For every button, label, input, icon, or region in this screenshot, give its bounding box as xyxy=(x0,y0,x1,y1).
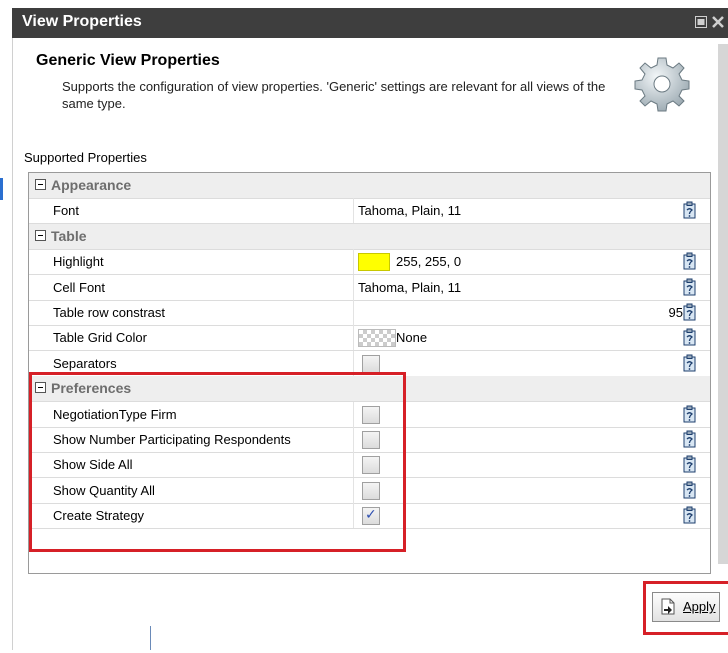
apply-icon xyxy=(661,598,675,615)
edge-marker xyxy=(0,178,3,200)
property-value-cell[interactable]: None xyxy=(353,325,687,350)
divider-tick xyxy=(150,626,151,650)
property-value-cell[interactable]: 95 xyxy=(353,300,687,325)
window-border xyxy=(12,38,13,650)
window-title: View Properties xyxy=(22,13,142,30)
supported-properties-label: Supported Properties xyxy=(24,150,147,165)
property-row-font[interactable]: Font Tahoma, Plain, 11 xyxy=(29,198,710,224)
property-value: Tahoma, Plain, 11 xyxy=(358,203,462,218)
property-value: Tahoma, Plain, 11 xyxy=(358,280,462,295)
scrollbar[interactable] xyxy=(718,44,728,564)
property-value-cell[interactable]: 255, 255, 0 xyxy=(353,249,687,274)
clipboard-icon[interactable] xyxy=(683,455,696,473)
property-label: Highlight xyxy=(53,254,104,269)
clipboard-icon[interactable] xyxy=(683,506,696,524)
clipboard-icon[interactable] xyxy=(683,481,696,499)
clipboard-icon[interactable] xyxy=(683,405,696,423)
property-label: Table xyxy=(51,228,87,244)
category-appearance[interactable]: Appearance xyxy=(29,173,710,199)
property-label: Separators xyxy=(53,356,117,371)
collapse-toggle-icon[interactable] xyxy=(35,179,46,190)
close-icon[interactable] xyxy=(712,16,724,28)
header-title: Generic View Properties xyxy=(36,52,220,69)
clipboard-icon[interactable] xyxy=(683,278,696,296)
property-value-cell[interactable]: Tahoma, Plain, 11 xyxy=(353,275,687,300)
clipboard-icon[interactable] xyxy=(683,252,696,270)
category-table[interactable]: Table xyxy=(29,224,710,250)
gear-icon xyxy=(634,57,690,112)
window-titlebar: View Properties xyxy=(12,8,728,38)
restore-icon[interactable] xyxy=(695,16,707,28)
clipboard-icon[interactable] xyxy=(683,354,696,372)
property-row-table-grid-color[interactable]: Table Grid Color None xyxy=(29,325,710,351)
header-description: Supports the configuration of view prope… xyxy=(62,79,606,111)
property-label: Table Grid Color xyxy=(53,330,147,345)
property-value: 255, 255, 0 xyxy=(396,254,462,269)
clipboard-icon[interactable] xyxy=(683,303,696,321)
property-label: Font xyxy=(53,203,80,218)
property-value: 95 xyxy=(668,305,683,320)
property-row-highlight[interactable]: Highlight 255, 255, 0 xyxy=(29,249,710,275)
apply-button[interactable]: Apply xyxy=(652,592,720,622)
property-value-cell[interactable]: Tahoma, Plain, 11 xyxy=(353,198,687,223)
property-row-table-row-constrast[interactable]: Table row constrast 95 xyxy=(29,300,710,326)
collapse-toggle-icon[interactable] xyxy=(35,230,46,241)
property-value: None xyxy=(396,330,428,345)
property-label: Appearance xyxy=(51,177,132,193)
clipboard-icon[interactable] xyxy=(683,201,696,219)
property-row-cell-font[interactable]: Cell Font Tahoma, Plain, 11 xyxy=(29,275,710,301)
apply-label: Apply xyxy=(683,599,716,614)
property-label: Cell Font xyxy=(53,280,106,295)
color-swatch[interactable] xyxy=(358,329,396,347)
preferences-highlight xyxy=(29,372,406,552)
clipboard-icon[interactable] xyxy=(683,328,696,346)
property-checkbox[interactable] xyxy=(362,355,380,373)
property-label: Table row constrast xyxy=(53,305,165,320)
clipboard-icon[interactable] xyxy=(683,430,696,448)
color-swatch[interactable] xyxy=(358,253,390,271)
